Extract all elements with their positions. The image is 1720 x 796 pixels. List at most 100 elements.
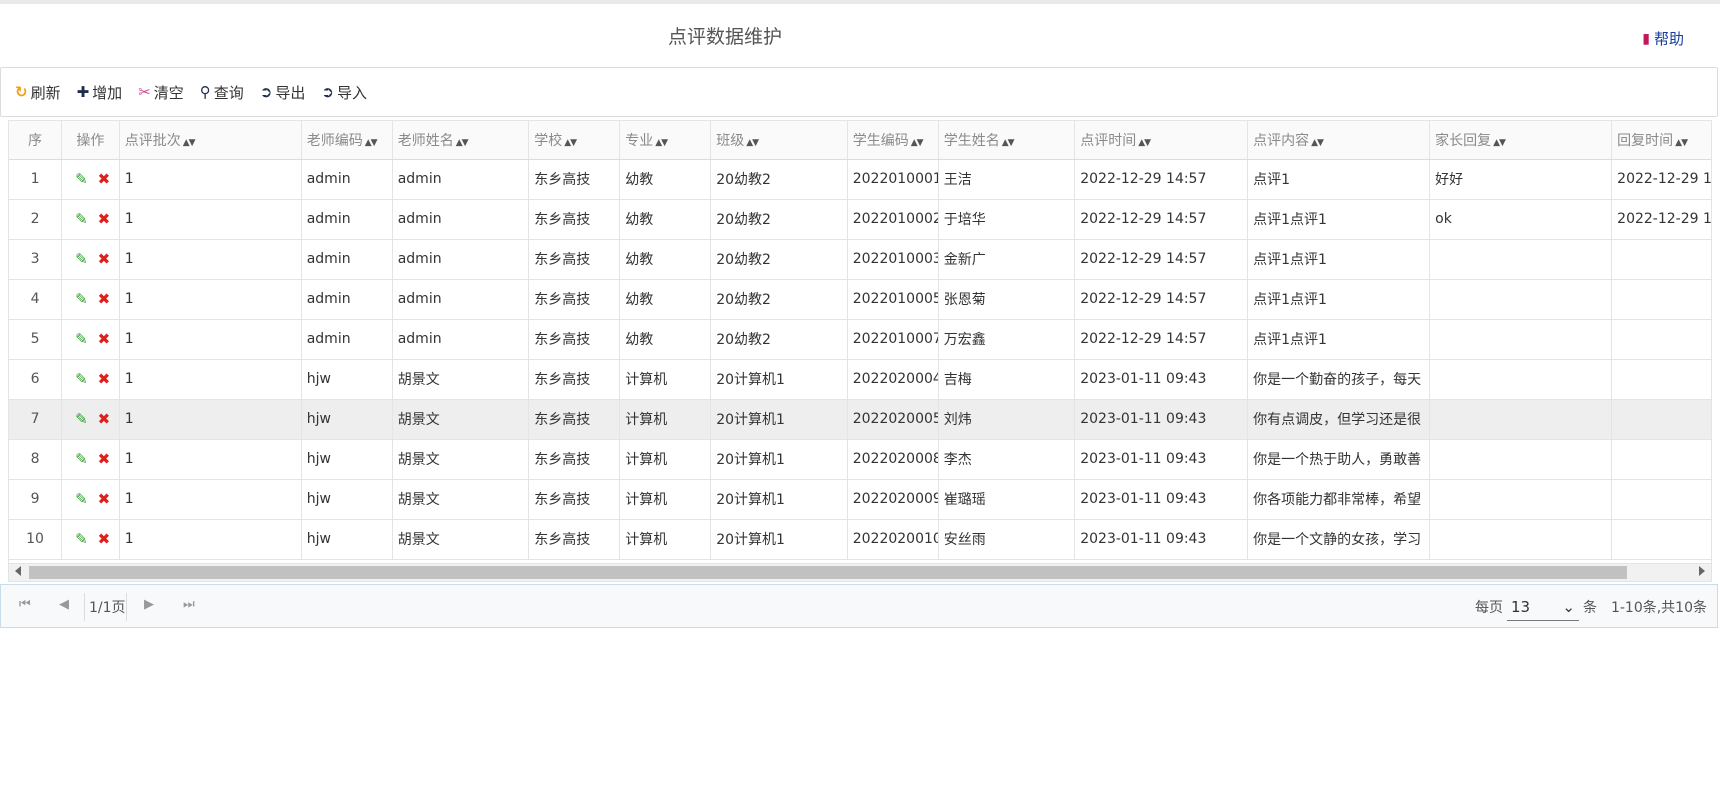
- delete-icon[interactable]: ✖: [98, 490, 111, 508]
- cell-actions: ✎ ✖: [61, 479, 120, 520]
- grid-viewport: 序 操作 点评批次 ▲▼ 老师编码 ▲▼ 老师姓名 ▲▼ 学校 ▲▼ 专业 ▲▼ 班级 ▲▼…: [9, 121, 1711, 565]
- delete-icon[interactable]: ✖: [98, 530, 111, 548]
- table-row[interactable]: 4 ✎ ✖ 1 admin admin 东乡高技 幼教 20幼教2 2022010005 张恩菊 20…: [9, 279, 1711, 320]
- pencil-icon[interactable]: ✎: [75, 530, 88, 548]
- cell-actions: ✎ ✖: [61, 399, 120, 440]
- col-class[interactable]: 班级 ▲▼: [710, 121, 848, 160]
- help-link[interactable]: ▮ 帮助: [1642, 28, 1684, 49]
- cell-major: 幼教: [619, 279, 712, 320]
- col-teacher-code[interactable]: 老师编码 ▲▼: [301, 121, 393, 160]
- clear-button[interactable]: ✂ 清空: [138, 82, 184, 103]
- cell-seq: 4: [9, 279, 63, 320]
- first-page-icon[interactable]: ⏮: [19, 597, 31, 612]
- sort-icon: ▲▼: [1138, 137, 1151, 148]
- col-teacher-name[interactable]: 老师姓名 ▲▼: [392, 121, 530, 160]
- cell-student-name: 王洁: [938, 159, 1076, 200]
- prev-page-icon[interactable]: ◀: [59, 597, 69, 612]
- cell-comment-time: 2023-01-11 09:43: [1074, 399, 1249, 440]
- cell-actions: ✎ ✖: [61, 239, 120, 280]
- table-row[interactable]: 8 ✎ ✖ 1 hjw 胡景文 东乡高技 计算机 20计算机1 2022020008 李杰 2023-…: [9, 439, 1711, 480]
- pencil-icon[interactable]: ✎: [75, 330, 88, 348]
- cell-seq: 10: [9, 519, 63, 560]
- data-table: 序 操作 点评批次 ▲▼ 老师编码 ▲▼ 老师姓名 ▲▼ 学校 ▲▼ 专业 ▲▼ 班级 ▲▼…: [9, 121, 1711, 560]
- col-student-code[interactable]: 学生编码 ▲▼: [847, 121, 939, 160]
- import-button[interactable]: ➲ 导入: [321, 82, 367, 103]
- cell-reply-time: [1611, 239, 1711, 280]
- cell-student-name: 于培华: [938, 199, 1076, 240]
- scroll-left-icon[interactable]: [15, 566, 21, 576]
- cell-batch: 1: [119, 199, 302, 240]
- query-label: 查询: [213, 83, 244, 102]
- col-comment[interactable]: 点评内容 ▲▼: [1247, 121, 1431, 160]
- table-row[interactable]: 9 ✎ ✖ 1 hjw 胡景文 东乡高技 计算机 20计算机1 2022020009 崔璐瑶 2023…: [9, 479, 1711, 520]
- table-row[interactable]: 10 ✎ ✖ 1 hjw 胡景文 东乡高技 计算机 20计算机1 2022020010 安丝雨 202…: [9, 519, 1711, 560]
- refresh-button[interactable]: ↻ 刷新: [15, 82, 61, 103]
- pencil-icon[interactable]: ✎: [75, 210, 88, 228]
- cell-comment: 点评1点评1: [1247, 279, 1431, 320]
- cell-batch: 1: [119, 519, 302, 560]
- page-size-select[interactable]: 13 ⌄: [1507, 593, 1579, 621]
- pencil-icon[interactable]: ✎: [75, 250, 88, 268]
- sort-icon: ▲▼: [182, 137, 196, 148]
- horizontal-scrollbar[interactable]: [9, 563, 1711, 581]
- cell-student-code: 2022020005: [847, 399, 939, 440]
- last-page-icon[interactable]: ⏭: [183, 597, 195, 612]
- col-batch[interactable]: 点评批次 ▲▼: [119, 121, 302, 160]
- col-student-name[interactable]: 学生姓名 ▲▼: [938, 121, 1076, 160]
- cell-teacher-code: hjw: [301, 399, 393, 440]
- export-button[interactable]: ➲ 导出: [260, 82, 306, 103]
- cell-comment: 你有点调皮，但学习还是很: [1247, 399, 1431, 440]
- delete-icon[interactable]: ✖: [98, 410, 111, 428]
- delete-icon[interactable]: ✖: [98, 250, 111, 268]
- delete-icon[interactable]: ✖: [98, 290, 111, 308]
- pencil-icon[interactable]: ✎: [75, 450, 88, 468]
- table-row[interactable]: 7 ✎ ✖ 1 hjw 胡景文 东乡高技 计算机 20计算机1 2022020005 刘炜 2023-…: [9, 399, 1711, 440]
- scrollbar-thumb[interactable]: [29, 566, 1627, 579]
- cell-reply: [1429, 399, 1613, 440]
- cell-class: 20幼教2: [710, 319, 848, 360]
- table-row[interactable]: 5 ✎ ✖ 1 admin admin 东乡高技 幼教 20幼教2 2022010007 万宏鑫 20…: [9, 319, 1711, 360]
- col-comment-time[interactable]: 点评时间 ▲▼: [1074, 121, 1249, 160]
- pencil-icon[interactable]: ✎: [75, 490, 88, 508]
- col-school[interactable]: 学校 ▲▼: [528, 121, 621, 160]
- pencil-icon[interactable]: ✎: [75, 410, 88, 428]
- scroll-right-icon[interactable]: [1699, 566, 1705, 576]
- clear-label: 清空: [153, 83, 184, 102]
- cell-batch: 1: [119, 159, 302, 200]
- cell-teacher-code: admin: [301, 239, 393, 280]
- col-reply-time[interactable]: 回复时间 ▲▼: [1611, 121, 1711, 160]
- table-row[interactable]: 6 ✎ ✖ 1 hjw 胡景文 东乡高技 计算机 20计算机1 2022020004 吉梅 2023-…: [9, 359, 1711, 400]
- table-row[interactable]: 2 ✎ ✖ 1 admin admin 东乡高技 幼教 20幼教2 2022010002 于培华 20…: [9, 199, 1711, 240]
- cell-student-name: 张恩菊: [938, 279, 1076, 320]
- pencil-icon[interactable]: ✎: [75, 370, 88, 388]
- col-reply[interactable]: 家长回复 ▲▼: [1429, 121, 1613, 160]
- delete-icon[interactable]: ✖: [98, 450, 111, 468]
- cell-teacher-name: admin: [392, 199, 530, 240]
- cell-actions: ✎ ✖: [61, 159, 120, 200]
- cell-major: 幼教: [619, 159, 712, 200]
- cell-student-code: 2022020008: [847, 439, 939, 480]
- cell-seq: 2: [9, 199, 63, 240]
- delete-icon[interactable]: ✖: [98, 330, 111, 348]
- table-row[interactable]: 1 ✎ ✖ 1 admin admin 东乡高技 幼教 20幼教2 2022010001 王洁 202…: [9, 159, 1711, 200]
- cell-comment-time: 2023-01-11 09:43: [1074, 479, 1249, 520]
- cell-student-code: 2022010001: [847, 159, 939, 200]
- delete-icon[interactable]: ✖: [98, 370, 111, 388]
- cell-school: 东乡高技: [528, 319, 621, 360]
- cell-school: 东乡高技: [528, 279, 621, 320]
- cell-seq: 6: [9, 359, 63, 400]
- pencil-icon[interactable]: ✎: [75, 170, 88, 188]
- delete-icon[interactable]: ✖: [98, 170, 111, 188]
- table-row[interactable]: 3 ✎ ✖ 1 admin admin 东乡高技 幼教 20幼教2 2022010003 金新广 20…: [9, 239, 1711, 280]
- sort-icon: ▲▼: [1493, 137, 1506, 148]
- next-page-icon[interactable]: ▶: [144, 597, 154, 612]
- pencil-icon[interactable]: ✎: [75, 290, 88, 308]
- cell-class: 20计算机1: [710, 399, 848, 440]
- search-icon: ⚲: [199, 83, 211, 101]
- delete-icon[interactable]: ✖: [98, 210, 111, 228]
- col-major[interactable]: 专业 ▲▼: [619, 121, 712, 160]
- cell-reply: [1429, 519, 1613, 560]
- cell-student-name: 崔璐瑶: [938, 479, 1076, 520]
- query-button[interactable]: ⚲ 查询: [200, 82, 244, 103]
- add-button[interactable]: ✚ 增加: [77, 82, 123, 103]
